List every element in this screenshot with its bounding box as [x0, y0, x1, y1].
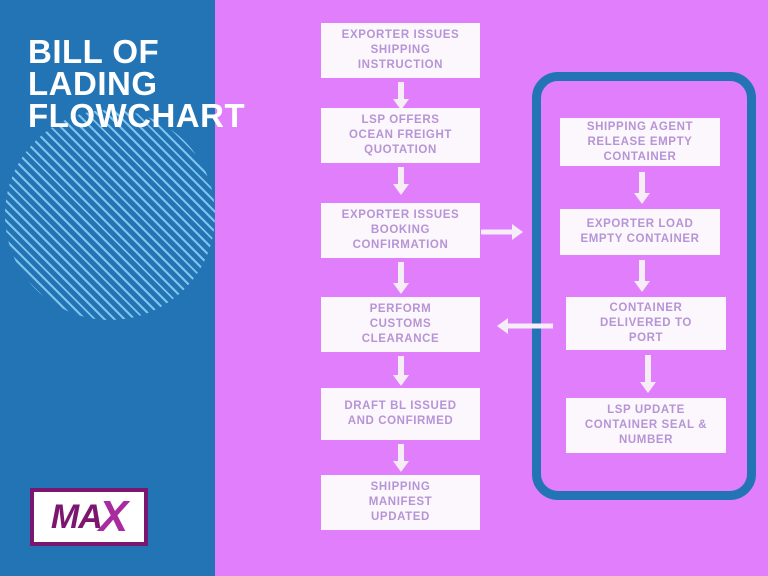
- arrow-step5-to-step6: [392, 444, 410, 472]
- arrow-booking-confirmation-to-container-group: [481, 224, 523, 240]
- logo-accent-x: X: [98, 492, 128, 541]
- flowchart-canvas: BILL OF LADING FLOWCHART MA X EXPORTER IS…: [0, 0, 768, 576]
- flow-box-perform-customs-clearance[interactable]: PERFORM CUSTOMS CLEARANCE: [321, 297, 480, 352]
- arrow-cstep3-to-cstep4: [639, 355, 657, 393]
- flow-box-exporter-issues-booking-confirmation[interactable]: EXPORTER ISSUES BOOKING CONFIRMATION: [321, 203, 480, 258]
- arrow-step4-to-step5: [392, 356, 410, 386]
- arrow-cstep1-to-cstep2: [633, 172, 651, 204]
- flow-box-draft-bl-issued-and-confirmed[interactable]: DRAFT BL ISSUED AND CONFIRMED: [321, 388, 480, 440]
- max-logo: MA X: [30, 488, 148, 546]
- arrow-step3-to-step4: [392, 262, 410, 294]
- flow-box-container-delivered-to-port[interactable]: CONTAINER DELIVERED TO PORT: [566, 297, 726, 350]
- flow-box-lsp-update-container-seal-number[interactable]: LSP UPDATE CONTAINER SEAL & NUMBER: [566, 398, 726, 453]
- striped-circle-decoration: [5, 110, 215, 320]
- logo-prefix: MA: [50, 498, 103, 536]
- flow-box-exporter-load-empty-container[interactable]: EXPORTER LOAD EMPTY CONTAINER: [560, 209, 720, 255]
- arrow-cstep2-to-cstep3: [633, 260, 651, 292]
- flow-box-shipping-agent-release-empty-container[interactable]: SHIPPING AGENT RELEASE EMPTY CONTAINER: [560, 118, 720, 166]
- logo-text: MA X: [50, 492, 128, 541]
- arrow-step2-to-step3: [392, 167, 410, 195]
- arrow-container-group-to-customs-clearance: [497, 318, 553, 334]
- page-title: BILL OF LADING FLOWCHART: [28, 33, 246, 134]
- flow-box-shipping-manifest-updated[interactable]: SHIPPING MANIFEST UPDATED: [321, 475, 480, 530]
